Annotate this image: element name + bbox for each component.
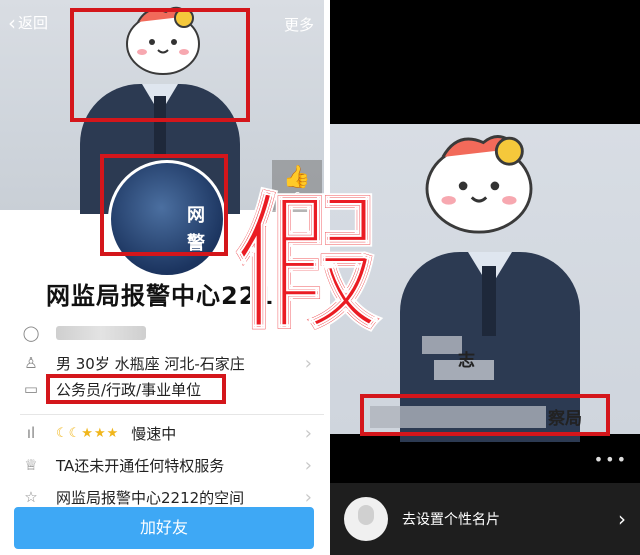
level-icon: ıl (26, 424, 36, 442)
briefcase-icon: ▭ (23, 380, 39, 398)
crown-icon: ♕ (24, 456, 38, 474)
fake-stamp-char: 假 (231, 178, 383, 352)
chevron-right-icon: › (304, 486, 312, 508)
qq-number-blurred (56, 326, 146, 340)
person-icon: ♙ (24, 354, 38, 372)
info-row-privilege[interactable]: ♕ TA还未开通任何特权服务 › (20, 450, 320, 480)
chevron-right-icon: › (304, 422, 312, 444)
highlight-box-occupation (46, 374, 226, 404)
highlight-box-org (360, 394, 610, 436)
default-avatar-icon (344, 497, 388, 541)
chevron-right-icon: › (304, 352, 312, 374)
add-friend-button[interactable]: 加好友 (14, 507, 314, 549)
cartoon-face-sticker (425, 135, 533, 234)
chevron-right-icon: › (304, 454, 312, 476)
level-text: 慢速中 (131, 424, 177, 443)
name-fragment: 志 (458, 351, 475, 371)
highlight-box-cover (70, 8, 250, 122)
business-card-label: 去设置个性名片 (402, 512, 500, 528)
more-dots-icon[interactable]: ••• (594, 450, 628, 469)
qq-icon: ◯ (22, 324, 40, 342)
highlight-box-avatar (100, 154, 228, 256)
space-text: 网监局报警中心2212的空间 (56, 488, 245, 507)
back-button[interactable]: ‹ 返回 (8, 12, 48, 33)
business-card-bar[interactable]: 去设置个性名片 › (330, 483, 640, 555)
back-label: 返回 (18, 14, 49, 32)
basic-info-text: 男 30岁 水瓶座 河北-石家庄 (56, 354, 245, 373)
chevron-right-icon: › (618, 507, 626, 531)
privilege-text: TA还未开通任何特权服务 (56, 456, 225, 475)
star-icon: ☆ (24, 488, 38, 506)
divider (20, 414, 324, 415)
level-stars: ☾☾★★★ (56, 425, 120, 441)
more-button[interactable]: 更多 (284, 14, 314, 35)
chevron-left-icon: ‹ (8, 10, 16, 35)
info-row-level[interactable]: ıl ☾☾★★★ 慢速中 › (20, 418, 320, 448)
